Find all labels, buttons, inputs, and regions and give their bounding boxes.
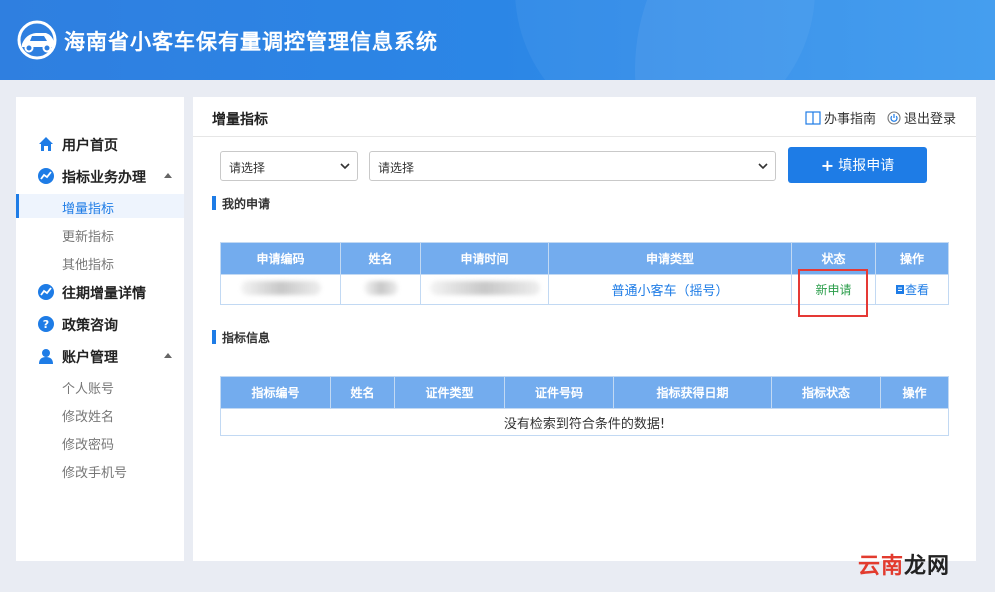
view-label: 查看 (904, 283, 929, 297)
sidebar-group-quota-business[interactable]: 指标业务办理 (16, 164, 184, 188)
chart-icon (38, 168, 54, 184)
chevron-down-icon (758, 163, 768, 170)
redacted-text (363, 281, 398, 295)
empty-message: 没有检索到符合条件的数据! (220, 408, 949, 436)
sidebar-item-label: 指标业务办理 (62, 170, 146, 186)
logout-label: 退出登录 (904, 112, 957, 127)
column-header: 申请编码 (220, 242, 341, 275)
select-value: 请选择 (378, 161, 415, 175)
book-icon (805, 110, 821, 125)
sidebar-item-change-name[interactable]: 修改姓名 (16, 402, 184, 426)
action-cell: 查看 (875, 274, 949, 305)
sidebar-item-change-phone[interactable]: 修改手机号 (16, 458, 184, 482)
apply-button-label: 填报申请 (838, 158, 895, 174)
sidebar-item-incremental-quota[interactable]: 增量指标 (16, 194, 184, 218)
column-header: 操作 (880, 376, 949, 409)
apply-button[interactable]: + 填报申请 (788, 147, 927, 183)
view-button[interactable]: 查看 (895, 281, 929, 298)
sidebar-item-label: 修改密码 (62, 438, 115, 453)
watermark-part: 云南 (858, 554, 905, 579)
name-cell (340, 274, 421, 305)
highlight-box (798, 269, 868, 317)
divider (193, 136, 976, 137)
select-value: 请选择 (229, 161, 266, 175)
column-header: 申请类型 (548, 242, 792, 275)
table-row: 没有检索到符合条件的数据! (220, 408, 949, 436)
guide-label: 办事指南 (824, 112, 877, 127)
sidebar-item-label: 更新指标 (62, 230, 115, 245)
sidebar-item-past-details[interactable]: 往期增量详情 (16, 280, 184, 304)
header-decoration (515, 0, 815, 80)
table-header-row: 指标编号 姓名 证件类型 证件号码 指标获得日期 指标状态 操作 (220, 376, 949, 409)
caret-up-icon (164, 173, 172, 178)
application-time-cell (420, 274, 549, 305)
plus-icon: + (820, 155, 835, 175)
column-header: 姓名 (340, 242, 421, 275)
my-applications-heading: 我的申请 (212, 195, 270, 212)
region-select[interactable]: 请选择 (220, 151, 358, 181)
sidebar-item-policy-consult[interactable]: ? 政策咨询 (16, 312, 184, 336)
sidebar-item-label: 往期增量详情 (62, 286, 146, 302)
document-icon (895, 285, 904, 294)
quota-info-heading: 指标信息 (212, 329, 270, 346)
app-header: 海南省小客车保有量调控管理信息系统 (0, 0, 995, 80)
sidebar-group-account[interactable]: 账户管理 (16, 344, 184, 368)
column-header: 证件类型 (394, 376, 505, 409)
column-header: 操作 (875, 242, 949, 275)
application-code-cell (220, 274, 341, 305)
column-header: 申请时间 (420, 242, 549, 275)
home-icon (39, 137, 53, 151)
column-header: 姓名 (330, 376, 395, 409)
power-icon (887, 110, 901, 125)
sidebar-item-label: 其他指标 (62, 258, 115, 273)
sidebar-item-other-quota[interactable]: 其他指标 (16, 250, 184, 274)
sidebar-item-label: 修改姓名 (62, 410, 115, 425)
column-header: 指标获得日期 (613, 376, 772, 409)
sidebar-item-home[interactable]: 用户首页 (16, 132, 184, 156)
caret-up-icon (164, 353, 172, 358)
main-panel: 增量指标 办事指南 退出登录 请选择 请选择 + 填报申请 我的申请 申请编码 … (193, 97, 976, 561)
redacted-text (240, 281, 321, 295)
sidebar-item-label: 用户首页 (62, 138, 118, 154)
logout-link[interactable]: 退出登录 (887, 108, 956, 127)
user-icon (39, 349, 53, 364)
type-select[interactable]: 请选择 (369, 151, 776, 181)
sidebar-item-update-quota[interactable]: 更新指标 (16, 222, 184, 246)
column-header: 证件号码 (504, 376, 614, 409)
sidebar: 用户首页 指标业务办理 增量指标 更新指标 其他指标 往期增量详情 ? 政策咨询 (16, 97, 184, 561)
sidebar-item-personal-account[interactable]: 个人账号 (16, 374, 184, 398)
column-header: 指标编号 (220, 376, 331, 409)
sidebar-item-label: 政策咨询 (62, 318, 118, 334)
page-title: 增量指标 (212, 112, 268, 128)
redacted-text (429, 281, 540, 295)
column-header: 指标状态 (771, 376, 881, 409)
quota-info-table: 指标编号 姓名 证件类型 证件号码 指标获得日期 指标状态 操作 没有检索到符合… (220, 376, 949, 436)
application-type-link[interactable]: 普通小客车（摇号） (611, 284, 728, 299)
sidebar-item-label: 个人账号 (62, 382, 115, 397)
system-title: 海南省小客车保有量调控管理信息系统 (64, 30, 438, 54)
chevron-down-icon (340, 163, 350, 170)
svg-text:?: ? (43, 318, 49, 331)
watermark: 云南龙网 (858, 548, 950, 580)
car-logo-icon (17, 20, 57, 60)
sidebar-item-label: 修改手机号 (62, 466, 128, 481)
guide-link[interactable]: 办事指南 (805, 108, 876, 127)
chart-icon (38, 284, 54, 300)
question-icon: ? (38, 316, 54, 332)
sidebar-item-label: 账户管理 (62, 350, 118, 366)
sidebar-item-label: 增量指标 (62, 202, 115, 217)
watermark-part: 龙网 (904, 554, 951, 579)
application-type-cell: 普通小客车（摇号） (548, 274, 792, 305)
sidebar-item-change-password[interactable]: 修改密码 (16, 430, 184, 454)
